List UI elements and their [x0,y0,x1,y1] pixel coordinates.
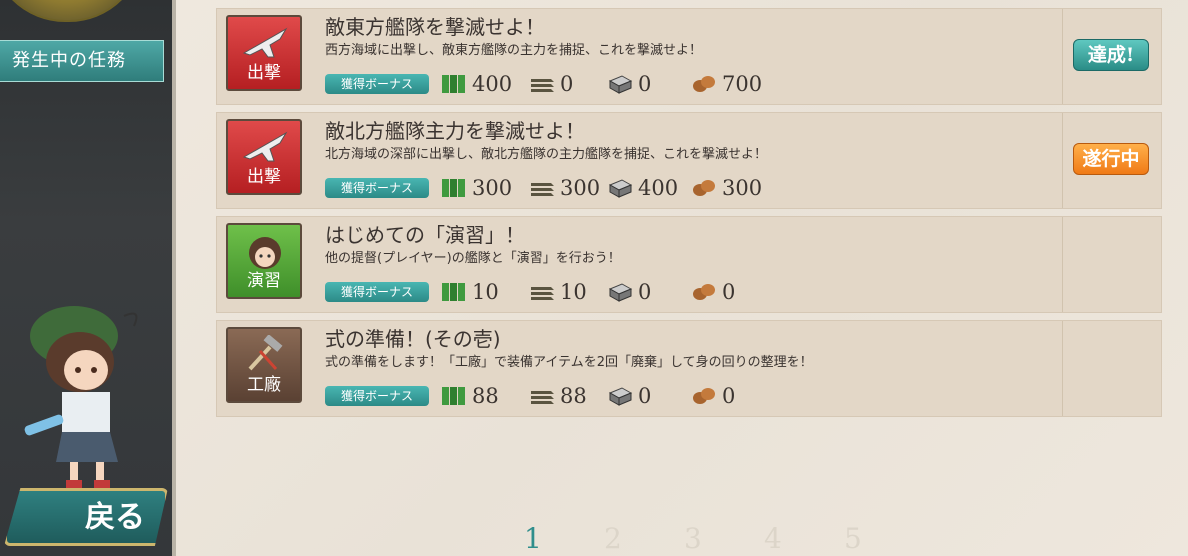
quest-row[interactable]: 出撃 敵北方艦隊主力を撃滅せよ！ 北方海域の深部に出撃し、敵北方艦隊の主力艦隊を… [216,112,1162,209]
reward-bauxite: 300 [691,173,762,203]
steel-value: 0 [638,72,652,96]
page-1-link[interactable]: 1 [524,522,604,555]
character-illustration [24,306,138,490]
character-face-icon [249,237,281,269]
page-3-link[interactable]: 3 [684,522,764,555]
reward-ammo: 0 [529,69,573,99]
steel-icon [608,387,633,406]
ammo-icon [531,287,554,300]
status-area [1062,217,1161,312]
steel-icon [608,283,633,302]
fuel-icon [442,387,465,405]
bonus-badge: 獲得ボーナス [325,282,429,302]
category-exercise-icon: 演習 [226,223,302,299]
page-5-link[interactable]: 5 [844,522,924,555]
category-label: 出撃 [247,167,281,187]
hammer-icon [248,335,283,371]
reward-fuel: 10 [441,277,499,307]
reward-steel: 400 [607,173,678,203]
reward-ammo: 10 [529,277,587,307]
category-label: 出撃 [247,63,281,83]
steel-value: 400 [638,176,679,200]
quest-description: 他の提督(プレイヤー)の艦隊と「演習」を行おう！ [325,251,621,266]
quest-title: 敵東方艦隊を撃滅せよ！ [325,15,545,39]
sidebar: 発生中の任務 戻る [0,0,176,556]
emblem-logo [0,0,144,22]
reward-bauxite: 0 [691,381,735,411]
plane-icon [242,131,288,162]
quest-description: 西方海域に出撃し、敵東方艦隊の主力を捕捉、これを撃滅せよ！ [325,43,703,58]
reward-fuel: 88 [441,381,499,411]
quest-row[interactable]: 工廠 式の準備！(その壱) 式の準備をします！「工廠」で装備アイテムを2回「廃棄… [216,320,1162,417]
reward-ammo: 300 [529,173,600,203]
reward-fuel: 300 [441,173,512,203]
ammo-value: 0 [560,72,574,96]
status-area: 達成! [1062,9,1161,104]
quest-panel: 出撃 敵東方艦隊を撃滅せよ！ 西方海域に出撃し、敵東方艦隊の主力を捕捉、これを撃… [176,0,1188,556]
fuel-value: 400 [472,72,513,96]
pagination: 1 2 3 4 5 [524,522,924,555]
status-badge-complete: 達成! [1073,39,1149,71]
ammo-value: 10 [560,280,587,304]
back-button[interactable]: 戻る [4,488,168,546]
quest-title: はじめての「演習」！ [325,223,525,247]
category-sortie-icon: 出撃 [226,15,302,91]
tab-active-quests[interactable]: 発生中の任務 [0,40,164,82]
reward-bauxite: 0 [691,277,735,307]
page-4-link[interactable]: 4 [764,522,844,555]
ammo-value: 300 [560,176,601,200]
fuel-value: 10 [472,280,499,304]
category-label: 演習 [247,271,281,291]
fuel-value: 300 [472,176,513,200]
bauxite-icon [693,180,715,196]
steel-icon [608,75,633,94]
bonus-badge: 獲得ボーナス [325,178,429,198]
bonus-badge: 獲得ボーナス [325,386,429,406]
bauxite-icon [693,284,715,300]
ammo-icon [531,391,554,404]
fuel-icon [442,179,465,197]
quest-description: 式の準備をします！「工廠」で装備アイテムを2回「廃棄」して身の回りの整理を！ [325,355,813,370]
bauxite-value: 0 [722,384,736,408]
steel-value: 0 [638,280,652,304]
bonus-badge: 獲得ボーナス [325,74,429,94]
ammo-value: 88 [560,384,587,408]
steel-value: 0 [638,384,652,408]
fuel-icon [442,75,465,93]
quest-list: 出撃 敵東方艦隊を撃滅せよ！ 西方海域に出撃し、敵東方艦隊の主力を捕捉、これを撃… [216,8,1162,424]
reward-bauxite: 700 [691,69,762,99]
quest-title: 式の準備！(その壱) [325,327,501,351]
steel-icon [608,179,633,198]
reward-steel: 0 [607,381,651,411]
category-sortie-icon: 出撃 [226,119,302,195]
category-label: 工廠 [247,375,281,395]
bauxite-icon [693,388,715,404]
bauxite-icon [693,76,715,92]
quest-row[interactable]: 出撃 敵東方艦隊を撃滅せよ！ 西方海域に出撃し、敵東方艦隊の主力を捕捉、これを撃… [216,8,1162,105]
status-area [1062,321,1161,416]
quest-row[interactable]: 演習 はじめての「演習」！ 他の提督(プレイヤー)の艦隊と「演習」を行おう！ 獲… [216,216,1162,313]
status-badge-in-progress: 遂行中 [1073,143,1149,175]
reward-fuel: 400 [441,69,512,99]
bauxite-value: 700 [722,72,763,96]
quest-title: 敵北方艦隊主力を撃滅せよ！ [325,119,585,143]
fuel-value: 88 [472,384,499,408]
reward-steel: 0 [607,277,651,307]
ammo-icon [531,183,554,196]
bauxite-value: 300 [722,176,763,200]
ammo-icon [531,79,554,92]
fuel-icon [442,283,465,301]
page-2-link[interactable]: 2 [604,522,684,555]
reward-ammo: 88 [529,381,587,411]
quest-description: 北方海域の深部に出撃し、敵北方艦隊の主力艦隊を捕捉、これを撃滅せよ！ [325,147,768,162]
plane-icon [242,27,288,58]
category-arsenal-icon: 工廠 [226,327,302,403]
status-area: 遂行中 [1062,113,1161,208]
bauxite-value: 0 [722,280,736,304]
reward-steel: 0 [607,69,651,99]
